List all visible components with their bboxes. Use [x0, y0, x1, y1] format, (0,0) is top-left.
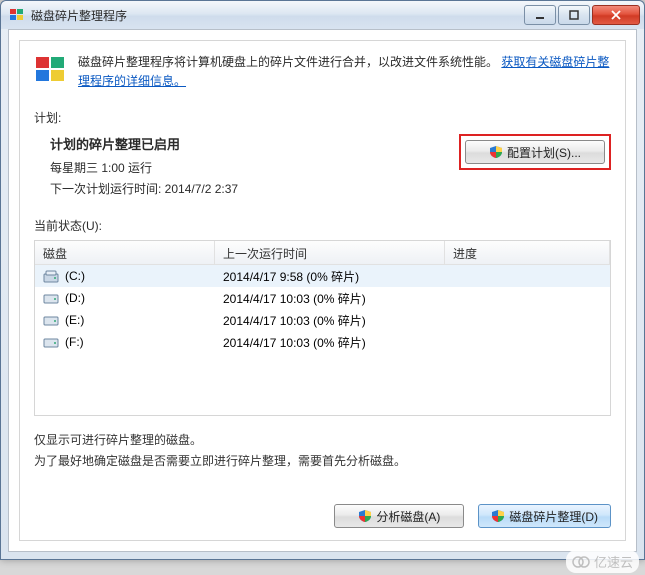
table-row[interactable]: (D:)2014/4/17 10:03 (0% 碎片)	[35, 287, 610, 309]
table-row[interactable]: (C:)2014/4/17 9:58 (0% 碎片)	[35, 265, 610, 287]
configure-schedule-label: 配置计划(S)...	[507, 144, 581, 161]
progress-cell	[445, 316, 610, 324]
schedule-next-run: 下一次计划运行时间: 2014/7/2 2:37	[50, 180, 459, 197]
table-row[interactable]: (E:)2014/4/17 10:03 (0% 碎片)	[35, 309, 610, 331]
intro-section: 磁盘碎片整理程序将计算机硬盘上的碎片文件进行合并，以改进文件系统性能。 获取有关…	[34, 53, 611, 91]
footer-buttons: 分析磁盘(A) 磁盘碎片整理(D)	[334, 504, 611, 528]
current-status-label: 当前状态(U):	[34, 217, 611, 234]
drive-name: (E:)	[65, 313, 84, 327]
schedule-label: 计划:	[34, 109, 611, 126]
defragment-disk-label: 磁盘碎片整理(D)	[509, 508, 598, 525]
analyze-disk-label: 分析磁盘(A)	[376, 508, 440, 525]
watermark-logo-icon	[572, 556, 590, 568]
note-line-1: 仅显示可进行碎片整理的磁盘。	[34, 430, 611, 450]
drive-name: (F:)	[65, 335, 84, 349]
intro-text: 磁盘碎片整理程序将计算机硬盘上的碎片文件进行合并，以改进文件系统性能。 获取有关…	[78, 53, 611, 91]
schedule-block: 计划的碎片整理已启用 每星期三 1:00 运行 下一次计划运行时间: 2014/…	[34, 134, 611, 201]
progress-cell	[445, 272, 610, 280]
disk-table: 磁盘 上一次运行时间 进度 (C:)2014/4/17 9:58 (0% 碎片)…	[34, 240, 611, 416]
minimize-button[interactable]	[524, 5, 556, 25]
watermark: 亿速云	[566, 550, 639, 573]
shield-icon	[491, 509, 505, 523]
maximize-button[interactable]	[558, 5, 590, 25]
intro-description: 磁盘碎片整理程序将计算机硬盘上的碎片文件进行合并，以改进文件系统性能。	[78, 55, 498, 69]
table-header-row: 磁盘 上一次运行时间 进度	[35, 241, 610, 265]
defrag-icon	[34, 53, 68, 87]
window-title: 磁盘碎片整理程序	[31, 7, 522, 24]
drive-icon	[43, 270, 59, 284]
watermark-text: 亿速云	[594, 552, 633, 571]
col-header-last-run[interactable]: 上一次运行时间	[215, 241, 445, 264]
window-controls	[522, 5, 640, 25]
col-header-progress[interactable]: 进度	[445, 241, 610, 264]
drive-icon	[43, 315, 59, 327]
shield-icon	[358, 509, 372, 523]
drive-name: (D:)	[65, 291, 85, 305]
window-frame: 磁盘碎片整理程序 磁盘碎片整理程序将计算机硬盘上的碎片文件进行合并，以改进文件系…	[0, 0, 645, 560]
client-area: 磁盘碎片整理程序将计算机硬盘上的碎片文件进行合并，以改进文件系统性能。 获取有关…	[8, 29, 637, 552]
config-highlight-box: 配置计划(S)...	[459, 134, 611, 170]
last-run-cell: 2014/4/17 10:03 (0% 碎片)	[215, 330, 445, 355]
drive-icon	[43, 337, 59, 349]
app-icon	[9, 7, 25, 23]
col-header-disk[interactable]: 磁盘	[35, 241, 215, 264]
inner-panel: 磁盘碎片整理程序将计算机硬盘上的碎片文件进行合并，以改进文件系统性能。 获取有关…	[19, 40, 626, 541]
progress-cell	[445, 338, 610, 346]
table-body: (C:)2014/4/17 9:58 (0% 碎片)(D:)2014/4/17 …	[35, 265, 610, 353]
schedule-frequency: 每星期三 1:00 运行	[50, 159, 459, 176]
shield-icon	[489, 145, 503, 159]
schedule-status-title: 计划的碎片整理已启用	[50, 134, 459, 153]
analyze-disk-button[interactable]: 分析磁盘(A)	[334, 504, 464, 528]
titlebar[interactable]: 磁盘碎片整理程序	[1, 1, 644, 29]
close-button[interactable]	[592, 5, 640, 25]
configure-schedule-button[interactable]: 配置计划(S)...	[465, 140, 605, 164]
progress-cell	[445, 294, 610, 302]
note-line-2: 为了最好地确定磁盘是否需要立即进行碎片整理，需要首先分析磁盘。	[34, 451, 611, 471]
notes-section: 仅显示可进行碎片整理的磁盘。 为了最好地确定磁盘是否需要立即进行碎片整理，需要首…	[34, 430, 611, 471]
defragment-disk-button[interactable]: 磁盘碎片整理(D)	[478, 504, 611, 528]
drive-icon	[43, 293, 59, 305]
table-row[interactable]: (F:) 2014/4/17 10:03 (0% 碎片)	[35, 331, 610, 353]
drive-name: (C:)	[65, 269, 85, 283]
